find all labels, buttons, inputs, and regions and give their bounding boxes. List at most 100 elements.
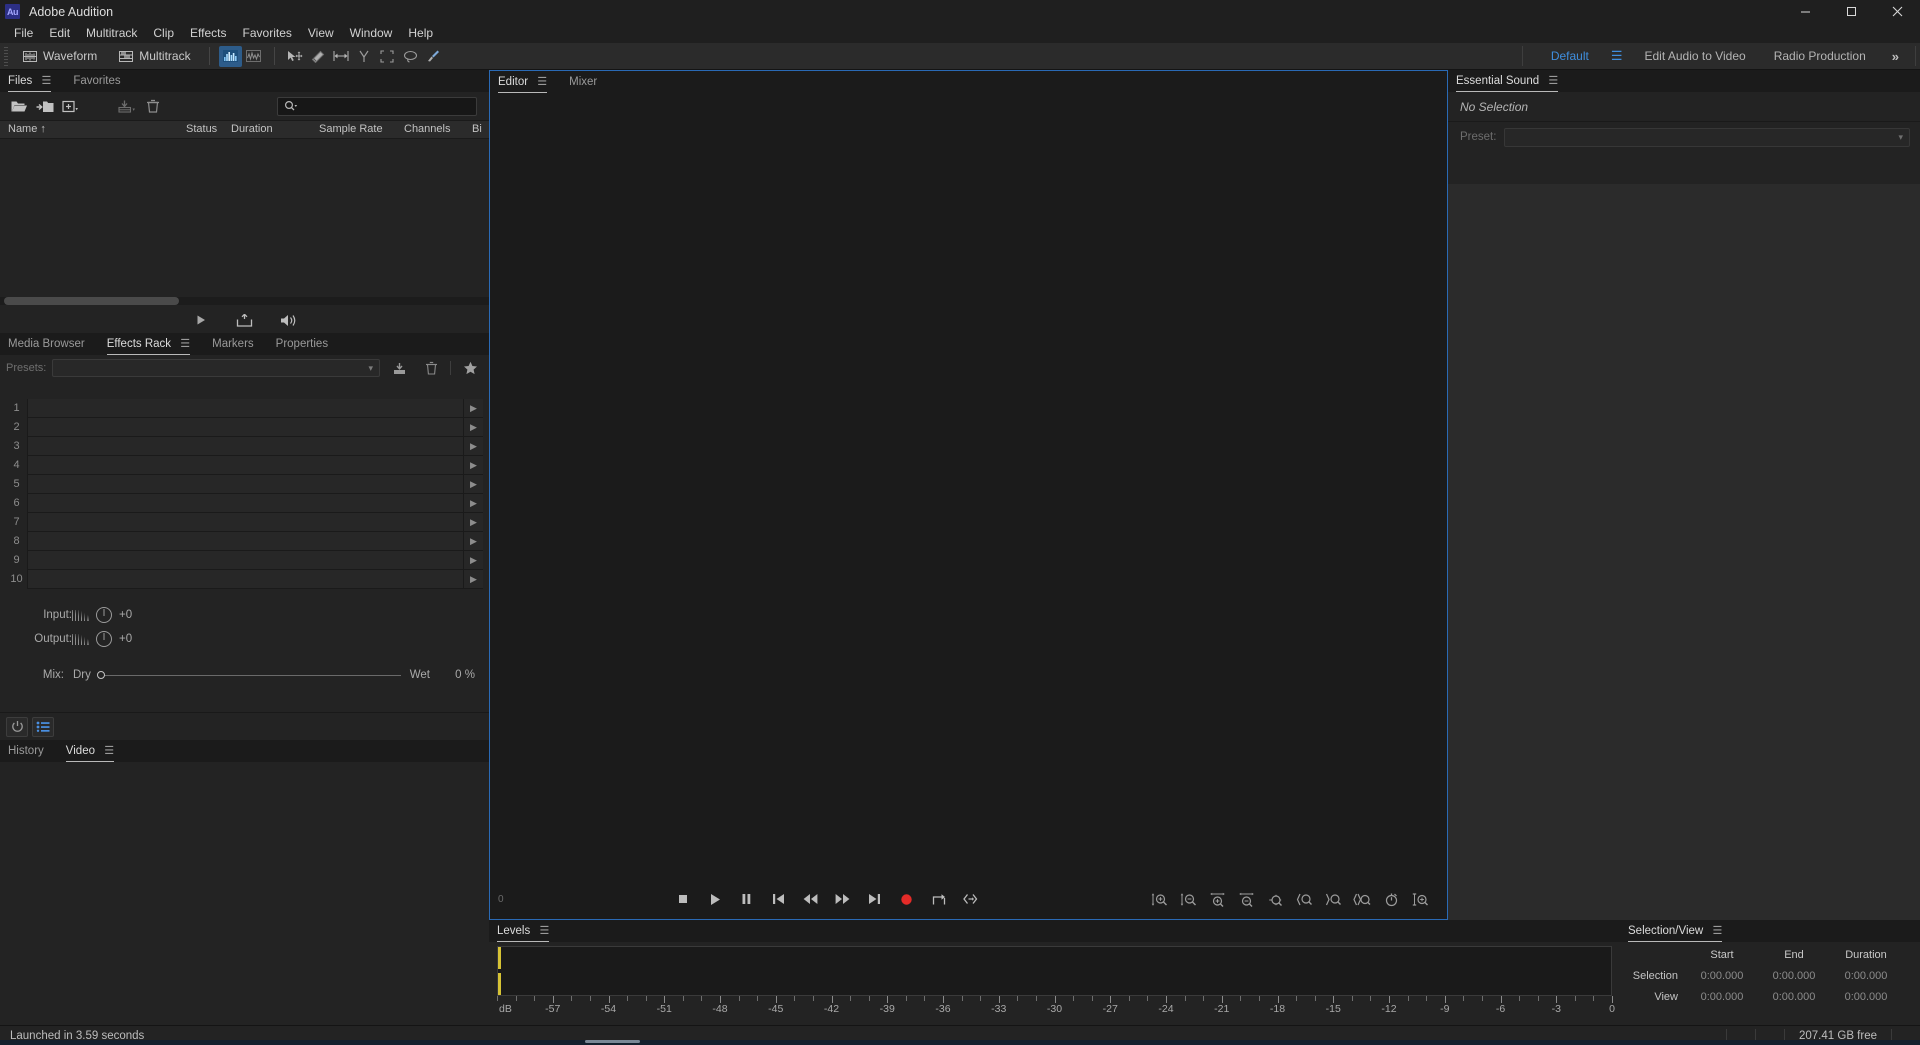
effect-slot[interactable]: 5 ▶ <box>6 474 483 494</box>
open-file-icon[interactable] <box>6 95 32 117</box>
mix-value[interactable]: 0 % <box>439 669 475 681</box>
tab-levels[interactable]: Levels ☰ <box>497 924 559 942</box>
tab-essential-sound[interactable]: Essential Sound ☰ <box>1456 74 1568 92</box>
loop-playback-button[interactable] <box>930 890 948 908</box>
output-gain-value[interactable]: +0 <box>119 633 132 645</box>
menu-window[interactable]: Window <box>342 24 401 43</box>
effect-slot[interactable]: 7 ▶ <box>6 512 483 532</box>
zoom-vertical-icon[interactable] <box>1411 890 1429 908</box>
workspace-more-icon[interactable]: » <box>1880 49 1911 64</box>
zoom-out-amplitude-icon[interactable] <box>1179 890 1197 908</box>
record-button[interactable] <box>898 890 916 908</box>
move-playhead-to-previous-button[interactable] <box>770 890 788 908</box>
view-start-value[interactable]: 0:00.000 <box>1686 991 1758 1003</box>
column-header-status[interactable]: Status <box>186 123 217 135</box>
editor-waveform-canvas[interactable] <box>490 93 1447 879</box>
stop-button[interactable] <box>674 890 692 908</box>
effects-list-icon[interactable] <box>32 716 54 737</box>
effect-slot-dropdown-icon[interactable]: ▶ <box>463 550 483 570</box>
selection-view-panel-menu-icon[interactable]: ☰ <box>1712 925 1722 937</box>
selection-duration-value[interactable]: 0:00.000 <box>1830 970 1902 982</box>
zoom-full-icon[interactable] <box>1266 890 1284 908</box>
effect-slot-dropdown-icon[interactable]: ▶ <box>463 512 483 532</box>
effect-slot-dropdown-icon[interactable]: ▶ <box>463 436 483 456</box>
workspace-menu-icon[interactable]: ☰ <box>1603 48 1631 64</box>
effect-slot-dropdown-icon[interactable]: ▶ <box>463 493 483 513</box>
view-duration-value[interactable]: 0:00.000 <box>1830 991 1902 1003</box>
tab-markers[interactable]: Markers <box>212 337 264 355</box>
effect-slot-dropdown-icon[interactable]: ▶ <box>463 455 483 475</box>
zoom-in-amplitude-icon[interactable] <box>1150 890 1168 908</box>
search-input[interactable] <box>277 96 477 116</box>
marquee-selection-tool-icon[interactable] <box>376 46 399 67</box>
effects-rack-panel-menu-icon[interactable]: ☰ <box>180 338 190 350</box>
skip-selection-button[interactable] <box>962 890 980 908</box>
power-toggle-icon[interactable] <box>6 716 28 737</box>
multitrack-mode-button[interactable]: Multitrack <box>110 46 199 67</box>
tab-editor[interactable]: Editor ☰ <box>498 75 557 93</box>
tab-effects-rack[interactable]: Effects Rack ☰ <box>106 337 200 355</box>
view-end-value[interactable]: 0:00.000 <box>1758 991 1830 1003</box>
input-gain-value[interactable]: +0 <box>119 609 132 621</box>
pause-button[interactable] <box>738 890 756 908</box>
levels-meter[interactable] <box>497 946 1612 996</box>
menu-edit[interactable]: Edit <box>41 24 78 43</box>
waveform-mode-button[interactable]: Waveform <box>14 46 106 67</box>
tab-files[interactable]: Files ☰ <box>8 74 61 92</box>
menu-help[interactable]: Help <box>400 24 441 43</box>
column-header-channels[interactable]: Channels <box>404 123 450 135</box>
stopwatch-icon[interactable] <box>1382 890 1400 908</box>
column-header-name[interactable]: Name ↑ <box>8 123 46 135</box>
output-gain-knob[interactable] <box>96 631 112 647</box>
effect-slot[interactable]: 2 ▶ <box>6 417 483 437</box>
files-list[interactable] <box>0 158 489 295</box>
video-panel-body[interactable] <box>0 762 489 1025</box>
effect-slot-dropdown-icon[interactable]: ▶ <box>463 569 483 589</box>
workspace-tab-edit-audio-to-video[interactable]: Edit Audio to Video <box>1631 45 1760 67</box>
tab-mixer[interactable]: Mixer <box>569 75 607 93</box>
lasso-selection-tool-icon[interactable] <box>399 46 422 67</box>
menu-favorites[interactable]: Favorites <box>235 24 300 43</box>
workspace-tab-radio-production[interactable]: Radio Production <box>1760 45 1880 67</box>
selection-start-value[interactable]: 0:00.000 <box>1686 970 1758 982</box>
insert-into-multitrack-icon[interactable] <box>114 95 140 117</box>
effect-slot[interactable]: 6 ▶ <box>6 493 483 513</box>
effect-slot[interactable]: 1 ▶ <box>6 398 483 418</box>
favorite-icon[interactable] <box>457 357 483 379</box>
editor-panel-menu-icon[interactable]: ☰ <box>537 76 547 88</box>
effect-slot[interactable]: 3 ▶ <box>6 436 483 456</box>
tab-properties[interactable]: Properties <box>276 337 338 355</box>
paintbrush-selection-tool-icon[interactable] <box>422 46 445 67</box>
move-playhead-to-next-button[interactable] <box>866 890 884 908</box>
tab-history[interactable]: History <box>8 744 54 762</box>
selection-end-value[interactable]: 0:00.000 <box>1758 970 1830 982</box>
save-preset-icon[interactable] <box>386 357 412 379</box>
effect-slot[interactable]: 4 ▶ <box>6 455 483 475</box>
import-folder-icon[interactable] <box>32 95 58 117</box>
menu-file[interactable]: File <box>6 24 41 43</box>
files-horizontal-scrollbar[interactable] <box>4 297 179 305</box>
move-tool-icon[interactable] <box>284 46 307 67</box>
files-panel-menu-icon[interactable]: ☰ <box>41 75 51 87</box>
spectral-pan-display-icon[interactable] <box>242 46 265 67</box>
mix-slider-handle[interactable] <box>96 670 105 679</box>
effect-slot-dropdown-icon[interactable]: ▶ <box>463 531 483 551</box>
video-panel-menu-icon[interactable]: ☰ <box>104 745 114 757</box>
tab-video[interactable]: Video ☰ <box>65 744 124 762</box>
slip-tool-icon[interactable] <box>307 46 330 67</box>
close-selected-files-icon[interactable] <box>140 95 166 117</box>
input-gain-knob[interactable] <box>96 607 112 623</box>
menu-multitrack[interactable]: Multitrack <box>78 24 145 43</box>
minimize-button[interactable] <box>1782 0 1828 23</box>
mix-slider[interactable] <box>96 670 401 679</box>
preset-dropdown[interactable]: ▾ <box>1504 127 1910 147</box>
menu-view[interactable]: View <box>300 24 342 43</box>
levels-panel-menu-icon[interactable]: ☰ <box>539 925 549 937</box>
auto-play-icon[interactable] <box>276 309 302 331</box>
tab-selection-view[interactable]: Selection/View ☰ <box>1628 924 1732 942</box>
new-file-icon[interactable] <box>58 95 84 117</box>
play-icon[interactable] <box>188 309 214 331</box>
effect-slot[interactable]: 8 ▶ <box>6 531 483 551</box>
column-header-duration[interactable]: Duration <box>231 123 273 135</box>
razor-tool-icon[interactable] <box>353 46 376 67</box>
